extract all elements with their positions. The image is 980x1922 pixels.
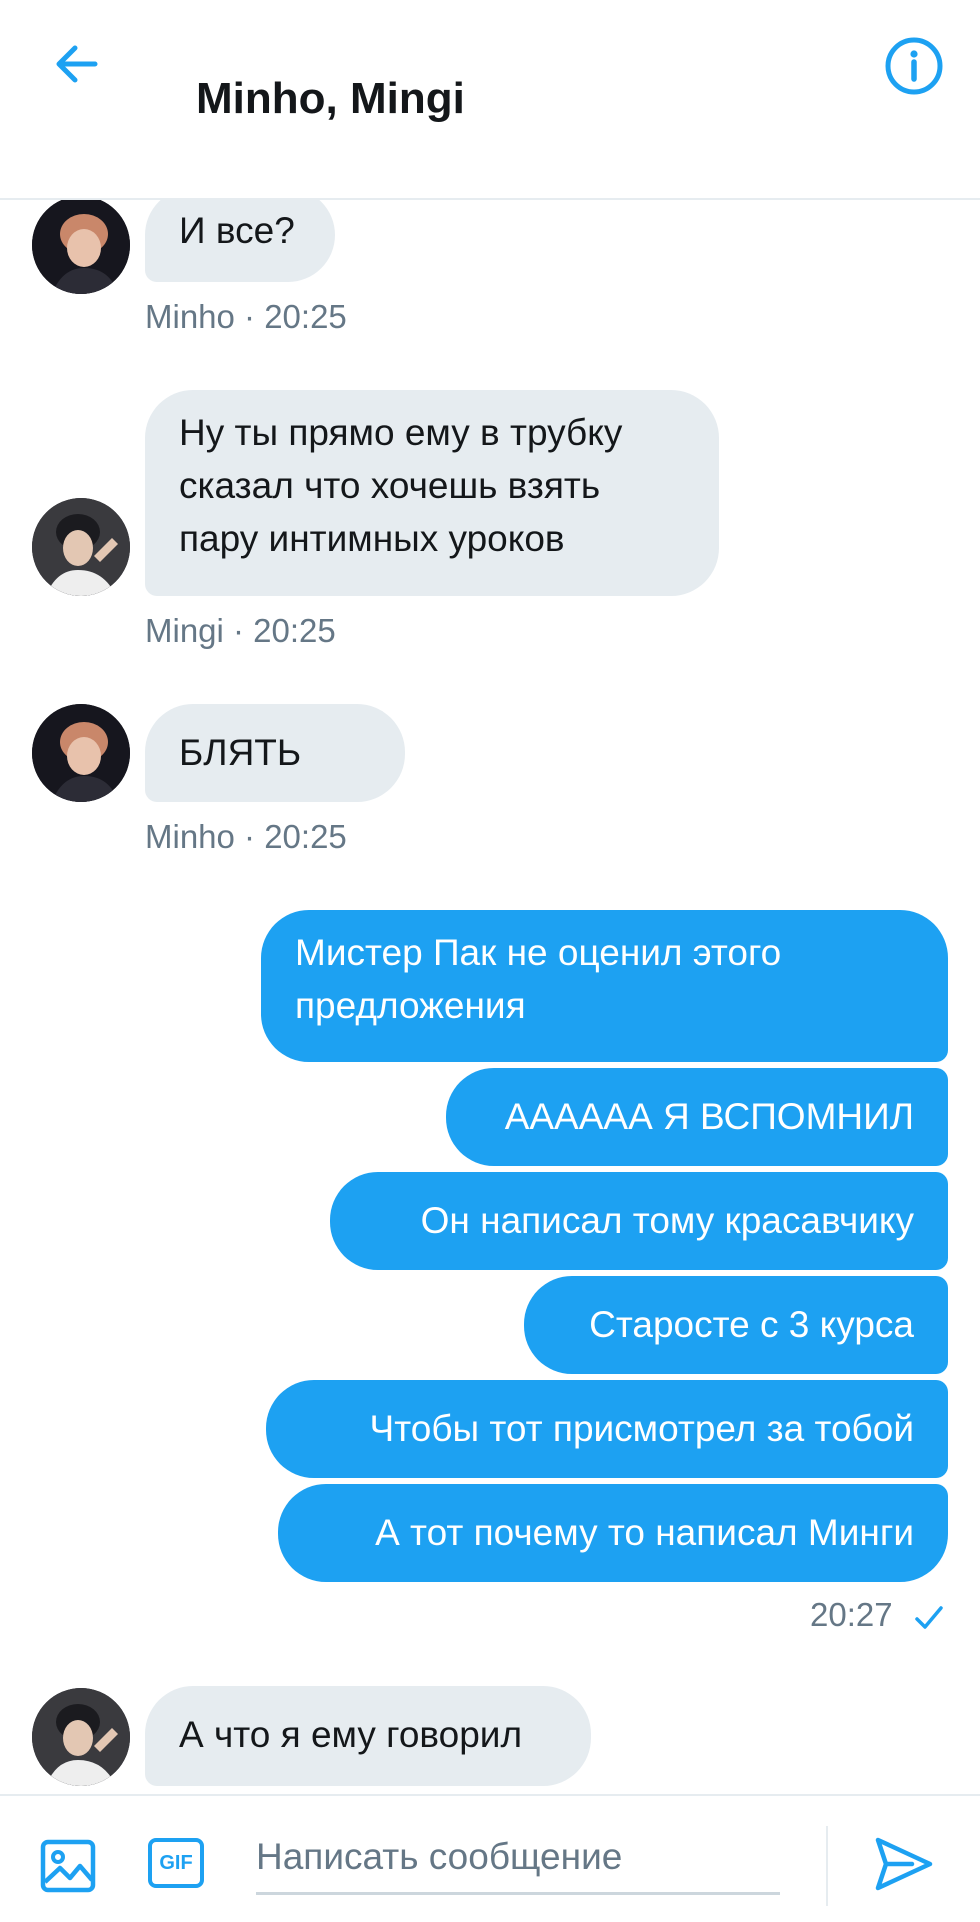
message-meta: Mingi · 20:25 [145,612,336,649]
add-gif-button[interactable]: GIF [148,1838,204,1888]
message-meta: Minho · 20:25 [145,818,347,855]
message-list[interactable]: И все? Minho · 20:25 Ну ты прямо ему в т… [0,200,980,1794]
message-bubble[interactable]: И все? [145,200,335,282]
message-bubble-outgoing[interactable]: Чтобы тот присмотрел за тобой [266,1380,948,1478]
message-meta: Minho · 20:25 [145,298,347,335]
message-bubble[interactable]: БЛЯТЬ [145,704,405,802]
message-bubble-outgoing[interactable]: Он написал тому красавчику [330,1172,948,1270]
send-icon [875,1837,933,1891]
message-timestamp: 20:27 [810,1596,893,1633]
avatar-image [32,704,130,802]
message-input[interactable] [256,1822,780,1895]
message-bubble[interactable]: Ну ты прямо ему в трубку сказал что хоче… [145,390,719,596]
message-bubble-outgoing[interactable]: А тот почему то написал Минги [278,1484,948,1582]
avatar-minho[interactable] [32,200,130,294]
arrow-left-icon [56,45,98,83]
conversation-title: Minho, Mingi [196,74,465,123]
back-button[interactable] [48,36,104,92]
avatar-mingi[interactable] [32,498,130,596]
avatar-image [32,498,130,596]
avatar-image [32,200,130,294]
avatar-minho[interactable] [32,704,130,802]
add-image-button[interactable] [38,1836,98,1896]
avatar-mingi[interactable] [32,1688,130,1786]
checkmark-icon [915,1606,943,1629]
message-bubble[interactable]: А что я ему говорил [145,1686,591,1786]
avatar-image [32,1688,130,1786]
conversation-header: Minho, Mingi [0,0,980,200]
composer-divider [826,1826,828,1906]
image-icon [40,1839,96,1893]
message-bubble-outgoing[interactable]: АААААА Я ВСПОМНИЛ [446,1068,948,1166]
message-composer: GIF [0,1794,980,1922]
info-circle-icon [885,37,943,95]
message-bubble-outgoing[interactable]: Мистер Пак не оценил этого предложения [261,910,948,1062]
send-button[interactable] [872,1832,936,1896]
conversation-info-button[interactable] [884,36,944,96]
message-bubble-outgoing[interactable]: Старосте с 3 курса [524,1276,948,1374]
